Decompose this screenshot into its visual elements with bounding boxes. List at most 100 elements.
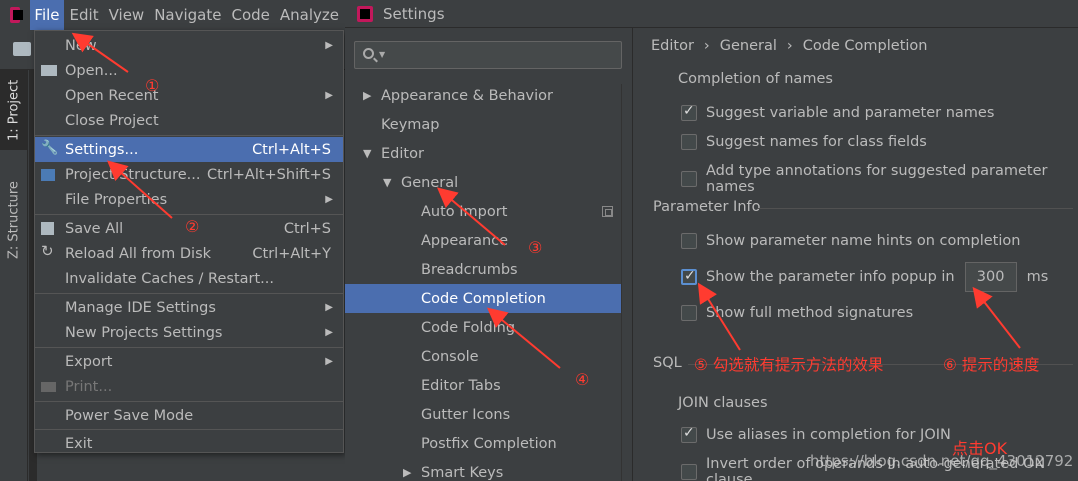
tab-project[interactable]: 1: Project (0, 70, 28, 150)
menu-item-invalidate-caches[interactable]: Invalidate Caches / Restart... (35, 266, 343, 291)
annotation-step-1: ① (145, 76, 160, 95)
menu-item-print: Print... (35, 374, 343, 399)
tree-item-appearance[interactable]: Appearance (345, 226, 621, 255)
section-divider (758, 208, 1073, 209)
option-suggest-class-fields[interactable]: Suggest names for class fields (681, 134, 927, 150)
checkbox-icon[interactable] (681, 103, 697, 121)
tree-item-smart-keys[interactable]: ▶ Smart Keys (345, 458, 621, 481)
option-add-type-annotations[interactable]: Add type annotations for suggested param… (681, 163, 1078, 195)
submenu-arrow-icon: ▶ (325, 90, 333, 101)
menu-separator (35, 429, 343, 430)
intellij-logo-icon (10, 7, 24, 23)
menu-item-exit[interactable]: Exit (35, 431, 343, 456)
menu-item-project-structure[interactable]: Project Structure... Ctrl+Alt+Shift+S (35, 162, 343, 187)
settings-content-pane: Editor › General › Code Completion Compl… (632, 28, 1078, 481)
printer-icon (41, 382, 56, 392)
annotation-step-6: ⑥ 提示的速度 (943, 356, 1040, 374)
menu-item-new[interactable]: New ▶ (35, 33, 343, 58)
wrench-icon: 🔧 (41, 140, 59, 156)
expand-arrow-icon: ▶ (403, 466, 412, 479)
section-sql: SQL (653, 355, 682, 371)
tree-item-auto-import[interactable]: Auto Import (345, 197, 621, 226)
tree-item-postfix-completion[interactable]: Postfix Completion (345, 429, 621, 458)
menu-separator (35, 214, 343, 215)
menu-edit[interactable]: Edit (66, 0, 103, 30)
checkbox-icon[interactable] (681, 268, 697, 285)
annotation-step-4: ④ (575, 370, 590, 389)
option-show-hints[interactable]: Show parameter name hints on completion (681, 233, 1020, 249)
intellij-logo-icon (357, 5, 373, 22)
annotation-step-5: ⑤ 勾选就有提示方法的效果 (694, 356, 884, 374)
menu-file[interactable]: File (30, 0, 64, 30)
menu-item-power-save[interactable]: Power Save Mode (35, 403, 343, 428)
menu-separator (35, 293, 343, 294)
search-icon (363, 48, 374, 59)
menu-item-close-project[interactable]: Close Project (35, 108, 343, 133)
option-suggest-variable[interactable]: Suggest variable and parameter names (681, 103, 994, 121)
project-structure-icon (41, 169, 55, 181)
checkbox-icon[interactable] (681, 464, 697, 480)
option-use-aliases[interactable]: Use aliases in completion for JOIN (681, 425, 951, 443)
checkbox-icon[interactable] (681, 134, 697, 150)
breadcrumb: Editor › General › Code Completion (651, 38, 927, 54)
breadcrumb-separator-icon: › (786, 38, 793, 54)
checkbox-icon[interactable] (681, 305, 697, 321)
submenu-arrow-icon: ▶ (325, 40, 333, 51)
tree-item-breadcrumbs[interactable]: Breadcrumbs (345, 255, 621, 284)
folder-icon[interactable] (13, 42, 31, 56)
annotation-step-3: ③ (528, 238, 543, 257)
checkbox-icon[interactable] (681, 171, 697, 187)
settings-tree-pane: ▼ ▶ Appearance & Behavior Keymap ▼ Editor … (345, 28, 631, 481)
copy-settings-icon (602, 206, 613, 217)
menu-item-file-properties[interactable]: File Properties ▶ (35, 187, 343, 212)
breadcrumb-general[interactable]: General (720, 38, 777, 54)
submenu-arrow-icon: ▶ (325, 302, 333, 313)
main-menubar: File Edit View Navigate Code Analyze (0, 0, 345, 30)
tab-structure[interactable]: Z: Structure (0, 170, 28, 270)
save-icon (41, 222, 54, 235)
option-show-popup[interactable]: Show the parameter info popup in300ms (681, 262, 1048, 292)
menu-item-export[interactable]: Export ▶ (35, 349, 343, 374)
menu-item-open[interactable]: Open... (35, 58, 343, 83)
dialog-title: Settings (383, 4, 445, 23)
folder-open-icon (41, 65, 57, 76)
breadcrumb-separator-icon: › (703, 38, 710, 54)
settings-titlebar: Settings (345, 0, 1078, 28)
tree-item-gutter-icons[interactable]: Gutter Icons (345, 400, 621, 429)
checkbox-icon[interactable] (681, 425, 697, 443)
popup-delay-input[interactable]: 300 (964, 262, 1017, 292)
menu-navigate[interactable]: Navigate (150, 0, 225, 30)
section-parameter-info: Parameter Info (653, 199, 761, 215)
tree-item-appearance-behavior[interactable]: ▶ Appearance & Behavior (345, 81, 621, 110)
collapse-arrow-icon: ▼ (383, 176, 392, 189)
menu-item-reload[interactable]: ↻ Reload All from Disk Ctrl+Alt+Y (35, 241, 343, 266)
menu-item-new-projects-settings[interactable]: New Projects Settings ▶ (35, 320, 343, 345)
menu-item-open-recent[interactable]: Open Recent ▶ (35, 83, 343, 108)
breadcrumb-editor[interactable]: Editor (651, 38, 694, 54)
menu-view[interactable]: View (105, 0, 149, 30)
option-show-full-signatures[interactable]: Show full method signatures (681, 305, 913, 321)
tree-item-console[interactable]: Console (345, 342, 621, 371)
watermark: https://blog.csdn.net/qq_43012792 (810, 452, 1074, 470)
file-menu-dropdown: New ▶ Open... Open Recent ▶ Close Project … (34, 30, 344, 453)
tree-item-editor[interactable]: ▼ Editor (345, 139, 621, 168)
section-completion-of-names: Completion of names (678, 71, 833, 87)
tree-item-code-completion[interactable]: Code Completion (345, 284, 631, 313)
expand-arrow-icon: ▶ (363, 89, 372, 102)
section-join-clauses: JOIN clauses (678, 395, 768, 411)
unit-label: ms (1026, 269, 1049, 285)
menu-separator (35, 135, 343, 136)
chevron-down-icon: ▼ (379, 50, 386, 59)
tree-item-general[interactable]: ▼ General (345, 168, 621, 197)
submenu-arrow-icon: ▶ (325, 356, 333, 367)
checkbox-icon[interactable] (681, 233, 697, 249)
menu-item-settings[interactable]: 🔧 Settings... Ctrl+Alt+S (35, 137, 343, 162)
reload-icon: ↻ (41, 242, 54, 260)
menu-item-manage-ide-settings[interactable]: Manage IDE Settings ▶ (35, 295, 343, 320)
menu-code[interactable]: Code (227, 0, 273, 30)
tree-item-code-folding[interactable]: Code Folding (345, 313, 621, 342)
tree-scrollbar[interactable] (621, 84, 631, 481)
settings-search-input[interactable]: ▼ (354, 41, 622, 69)
menu-analyze[interactable]: Analyze (276, 0, 343, 30)
tree-item-keymap[interactable]: Keymap (345, 110, 621, 139)
